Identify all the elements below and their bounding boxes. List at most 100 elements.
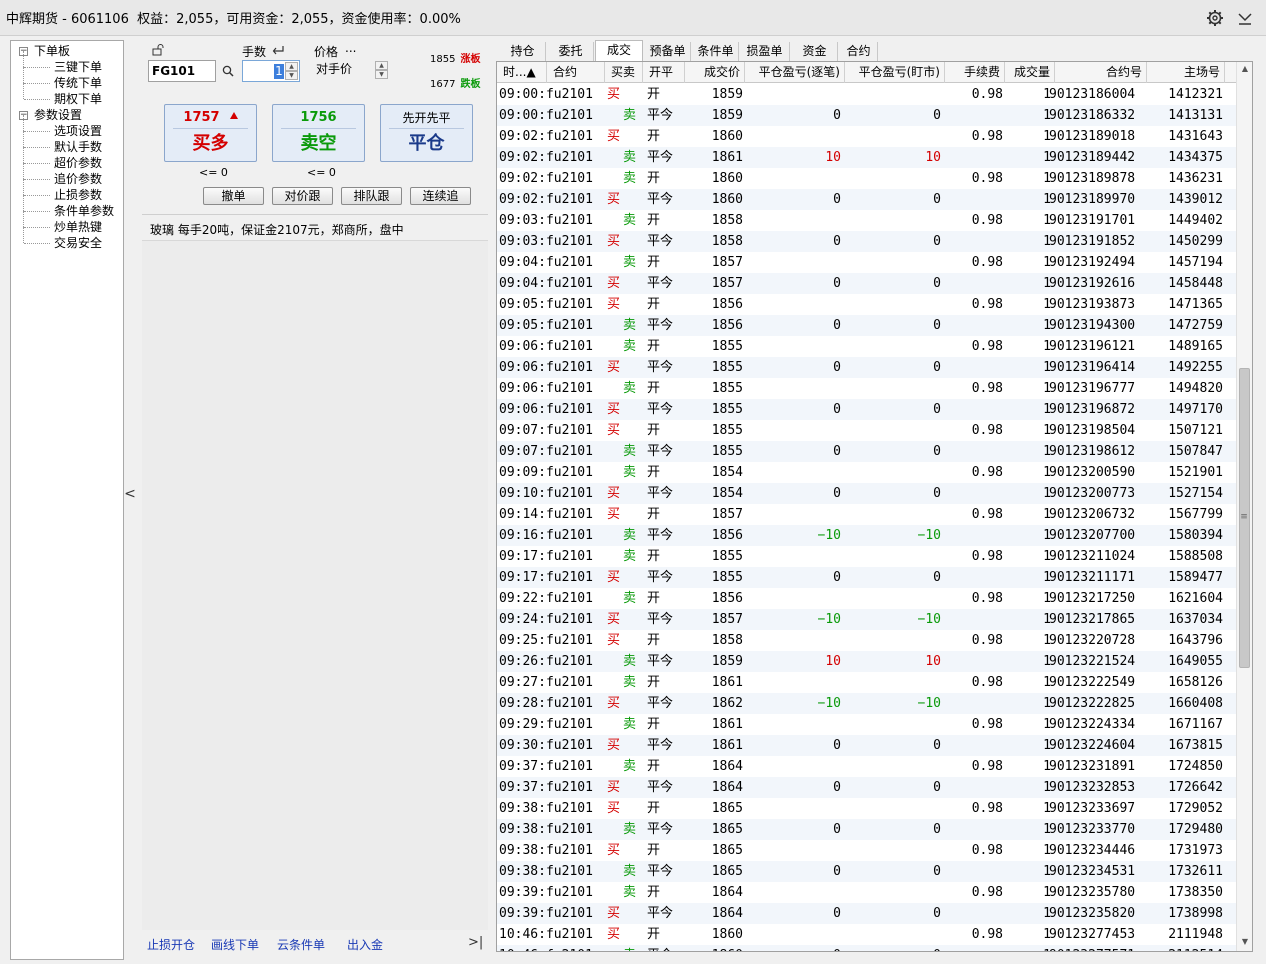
tree-item[interactable]: 条件单参数	[11, 195, 123, 219]
table-row[interactable]: 09:30:fu2101 买 平今 1861 0 0 1 90123224604 1673815	[497, 735, 1237, 756]
table-row[interactable]: 09:03:fu2101 买 平今 1858 0 0 1 90123191852 1450299	[497, 231, 1237, 252]
symbol-input[interactable]: FG101	[148, 60, 216, 82]
table-row[interactable]: 09:00:fu2101 卖平今 1859 0 0 1 90123186332 1413131	[497, 105, 1237, 126]
search-icon[interactable]	[222, 65, 234, 77]
table-row[interactable]: 09:37:fu2101 卖开 1864 0.98 1 90123231891 172485…	[497, 756, 1237, 777]
chase-price-button[interactable]: 对价跟	[272, 187, 333, 205]
tree-item[interactable]: 默认手数	[11, 131, 123, 155]
close-position-button[interactable]: 先开先平 平仓	[380, 104, 473, 162]
tab-7[interactable]: 合约	[840, 42, 878, 62]
table-row[interactable]: 10:46:fu2101卖平今1860001901232775712112514	[497, 945, 1237, 951]
tree-group[interactable]: − 参数设置	[11, 107, 123, 123]
draw-line-order-link[interactable]: 画线下单	[211, 936, 259, 953]
scroll-up-icon[interactable]: ▲	[1237, 64, 1253, 76]
tree-item[interactable]: 传统下单	[11, 67, 123, 91]
tab-4[interactable]: 条件单	[693, 42, 739, 62]
table-row[interactable]: 09:17:fu2101 买 平今 1855 0 0 1 90123211171 1589477	[497, 567, 1237, 588]
tab-6[interactable]: 资金	[792, 42, 838, 62]
column-header[interactable]: 手续费	[945, 62, 1005, 83]
tab-1[interactable]: 委托	[548, 42, 594, 62]
tree-item[interactable]: 炒单热键	[11, 211, 123, 235]
table-row[interactable]: 09:02:fu2101 卖开 1860 0.98 1 90123189878 143623…	[497, 168, 1237, 189]
column-header[interactable]: 主场号	[1147, 62, 1225, 83]
column-header[interactable]: 成交价	[685, 62, 745, 83]
table-row[interactable]: 09:02:fu2101 买 平今 1860 0 0 1 90123189970 1439012	[497, 189, 1237, 210]
table-row[interactable]: 09:03:fu2101 卖开 1858 0.98 1 90123191701 144940…	[497, 210, 1237, 231]
tree-item[interactable]: 选项设置	[11, 115, 123, 139]
chevron-down-icon[interactable]	[1236, 9, 1254, 27]
tree-group[interactable]: − 下单板	[11, 43, 123, 59]
table-row[interactable]: 09:38:fu2101 买 开 1865 0.98 1 90123234446 173197…	[497, 840, 1237, 861]
table-row[interactable]: 09:28:fu2101 买 平今 1862 −10 −10 1 90123222825 166…	[497, 693, 1237, 714]
tree-item[interactable]: 期权下单	[11, 83, 123, 107]
table-row[interactable]: 09:22:fu2101 卖开 1856 0.98 1 90123217250 162160…	[497, 588, 1237, 609]
price-options-button[interactable]: ...	[345, 41, 356, 55]
vertical-scrollbar[interactable]: ▲ ≡ ▼	[1236, 62, 1252, 951]
table-row[interactable]: 09:07:fu2101 买 开 1855 0.98 1 90123198504 150712…	[497, 420, 1237, 441]
lots-increase-icon[interactable]: ▲	[285, 62, 298, 71]
table-row[interactable]: 09:26:fu2101 卖平今 1859 10 10 1 90123221524 16490…	[497, 651, 1237, 672]
tab-0[interactable]: 持仓	[500, 42, 546, 62]
tree-item[interactable]: 超价参数	[11, 147, 123, 171]
funds-transfer-link[interactable]: 出入金	[347, 936, 383, 953]
column-header[interactable]: 开平	[643, 62, 685, 83]
table-row[interactable]: 09:16:fu2101 卖平今 1856 −10 −10 1 90123207700 158…	[497, 525, 1237, 546]
table-row[interactable]: 09:39:fu2101 卖开 1864 0.98 1 90123235780 173835…	[497, 882, 1237, 903]
tab-3[interactable]: 预备单	[645, 42, 691, 62]
tree-item[interactable]: 交易安全	[11, 227, 123, 251]
table-row[interactable]: 09:29:fu2101 卖开 1861 0.98 1 90123224334 167116…	[497, 714, 1237, 735]
sell-short-button[interactable]: 1756 卖空	[272, 104, 365, 162]
column-header[interactable]: 买卖	[605, 62, 643, 83]
column-header[interactable]: 时...▲	[497, 62, 547, 83]
table-row[interactable]: 09:37:fu2101 买 平今 1864 0 0 1 90123232853 1726642	[497, 777, 1237, 798]
table-row[interactable]: 09:39:fu2101 买 平今 1864 0 0 1 90123235820 1738998	[497, 903, 1237, 924]
tree-item[interactable]: 三键下单	[11, 51, 123, 75]
table-row[interactable]: 09:05:fu2101 买 开 1856 0.98 1 90123193873 147136…	[497, 294, 1237, 315]
table-row[interactable]: 09:17:fu2101 卖开 1855 0.98 1 90123211024 158850…	[497, 546, 1237, 567]
table-row[interactable]: 09:04:fu2101 买 平今 1857 0 0 1 90123192616 1458448	[497, 273, 1237, 294]
price-type-select[interactable]: 对手价 ▲ ▼	[314, 60, 388, 82]
cloud-condition-link[interactable]: 云条件单	[277, 936, 325, 953]
column-header[interactable]: 合约	[547, 62, 605, 83]
lots-stepper[interactable]: 1 ▲ ▼	[242, 60, 300, 82]
unlock-icon[interactable]	[152, 44, 166, 56]
column-header[interactable]: 平仓盈亏(盯市)	[845, 62, 945, 83]
cancel-order-button[interactable]: 撤单	[203, 187, 264, 205]
collapse-panel-arrow[interactable]: <	[124, 486, 136, 502]
price-down-icon[interactable]: ▼	[375, 70, 388, 79]
table-row[interactable]: 09:02:fu2101 买 开 1860 0.98 1 90123189018 143164…	[497, 126, 1237, 147]
tab-2[interactable]: 成交	[595, 40, 643, 62]
table-row[interactable]: 09:09:fu2101 卖开 1854 0.98 1 90123200590 152190…	[497, 462, 1237, 483]
table-row[interactable]: 10:46:fu2101 买 开 1860 0.98 1 90123277453 211194…	[497, 924, 1237, 945]
table-row[interactable]: 09:38:fu2101 卖平今 1865 0 0 1 90123234531 1732611	[497, 861, 1237, 882]
gear-icon[interactable]	[1206, 9, 1224, 27]
table-row[interactable]: 09:06:fu2101 卖开 1855 0.98 1 90123196121 148916…	[497, 336, 1237, 357]
continuous-chase-button[interactable]: 连续追	[410, 187, 471, 205]
column-header[interactable]: 成交量	[1005, 62, 1055, 83]
expand-end-icon[interactable]: >|	[468, 935, 483, 950]
column-header[interactable]: 平仓盈亏(逐笔)	[745, 62, 845, 83]
table-row[interactable]: 09:07:fu2101 卖平今 1855 0 0 1 90123198612 1507847	[497, 441, 1237, 462]
table-row[interactable]: 09:14:fu2101 买 开 1857 0.98 1 90123206732 156779…	[497, 504, 1237, 525]
tree-item[interactable]: 止损参数	[11, 179, 123, 203]
table-row[interactable]: 09:00:fu2101 买 开 1859 0.98 1 90123186004 141232…	[497, 84, 1237, 105]
column-header[interactable]: 合约号	[1055, 62, 1147, 83]
table-row[interactable]: 09:27:fu2101 卖开 1861 0.98 1 90123222549 165812…	[497, 672, 1237, 693]
price-up-icon[interactable]: ▲	[375, 61, 388, 70]
table-row[interactable]: 09:38:fu2101 买 开 1865 0.98 1 90123233697 172905…	[497, 798, 1237, 819]
table-row[interactable]: 09:06:fu2101 买 平今 1855 0 0 1 90123196872 1497170	[497, 399, 1237, 420]
return-icon[interactable]	[272, 45, 284, 55]
stop-loss-open-link[interactable]: 止损开仓	[147, 936, 195, 953]
tree-item[interactable]: 追价参数	[11, 163, 123, 187]
tab-5[interactable]: 损盈单	[740, 42, 790, 62]
trades-table[interactable]: 时...▲ 合约 买卖 开平 成交价 平仓盈亏(逐笔) 平仓盈亏(盯市) 手续费 成交量 合约号主…	[496, 61, 1253, 952]
buy-long-button[interactable]: 1757 买多	[164, 104, 257, 162]
table-row[interactable]: 09:24:fu2101 买 平今 1857 −10 −10 1 90123217865 163…	[497, 609, 1237, 630]
table-row[interactable]: 09:10:fu2101 买 平今 1854 0 0 1 90123200773 1527154	[497, 483, 1237, 504]
scroll-down-icon[interactable]: ▼	[1237, 937, 1253, 949]
table-row[interactable]: 09:25:fu2101 买 开 1858 0.98 1 90123220728 164379…	[497, 630, 1237, 651]
queue-chase-button[interactable]: 排队跟	[341, 187, 402, 205]
table-row[interactable]: 09:04:fu2101 卖开 1857 0.98 1 90123192494 145719…	[497, 252, 1237, 273]
lots-decrease-icon[interactable]: ▼	[285, 71, 298, 80]
table-row[interactable]: 09:06:fu2101 买 平今 1855 0 0 1 90123196414 1492255	[497, 357, 1237, 378]
